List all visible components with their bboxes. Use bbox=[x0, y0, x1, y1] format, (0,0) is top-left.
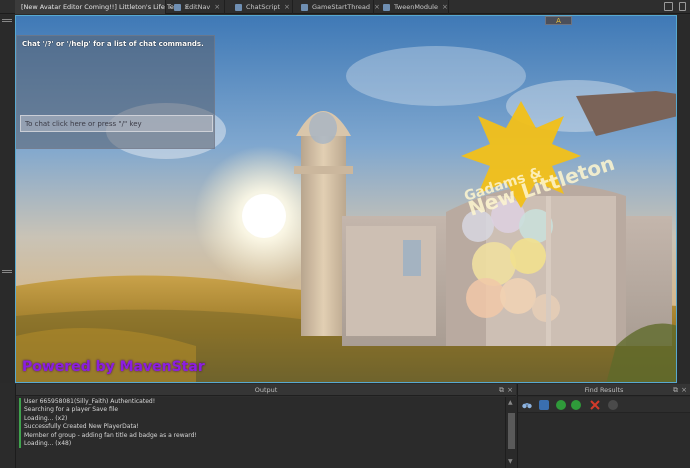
dock-icon[interactable]: ⧉ bbox=[673, 386, 678, 394]
powered-by-label: Powered by MavenStar bbox=[22, 359, 205, 375]
chat-input-placeholder: To chat click here or press "/" key bbox=[25, 120, 142, 128]
scroll-thumb[interactable] bbox=[508, 413, 515, 449]
find-in-file-icon[interactable] bbox=[539, 400, 549, 410]
tab-label: TweenModule bbox=[394, 3, 438, 11]
output-line: Loading... (x48) bbox=[19, 439, 505, 449]
restore-window-icon[interactable] bbox=[664, 2, 673, 11]
tab-editnav[interactable]: EditNav × bbox=[168, 0, 225, 14]
tab-label: [New Avatar Editor Coming!!] Littleton's… bbox=[21, 3, 180, 11]
game-viewport[interactable]: Gadams & New Littleton Chat '/?' or '/he… bbox=[15, 15, 677, 383]
output-log[interactable]: User 665958081(Silly_Faith) Authenticate… bbox=[16, 397, 505, 468]
output-line: Searching for a player Save file bbox=[19, 406, 505, 415]
tab-chatscript[interactable]: ChatScript × bbox=[229, 0, 293, 14]
output-panel: Output ⧉ × User 665958081(Silly_Faith) A… bbox=[15, 384, 517, 468]
output-line: Loading... (x2) bbox=[19, 414, 505, 424]
clear-results-icon[interactable] bbox=[590, 400, 600, 410]
left-panel-gutter bbox=[0, 15, 15, 383]
tab-label: GameStartThread bbox=[312, 3, 370, 11]
script-icon bbox=[235, 3, 242, 11]
document-tab-bar: [New Avatar Editor Coming!!] Littleton's… bbox=[0, 0, 690, 14]
close-icon[interactable]: × bbox=[442, 3, 448, 11]
output-line: Member of group - adding fan title ad ba… bbox=[19, 431, 505, 440]
find-results-toolbar bbox=[518, 397, 690, 413]
output-panel-header: Output ⧉ × bbox=[16, 384, 516, 396]
stop-search-icon[interactable] bbox=[608, 400, 618, 410]
tab-label: EditNav bbox=[185, 3, 211, 11]
collapse-handle-icon[interactable] bbox=[2, 19, 12, 22]
close-icon[interactable]: × bbox=[507, 386, 513, 394]
collapse-handle-icon[interactable] bbox=[2, 270, 12, 273]
script-icon bbox=[383, 3, 390, 11]
chat-input-bar[interactable]: To chat click here or press "/" key bbox=[20, 115, 213, 132]
close-icon[interactable]: × bbox=[284, 3, 290, 11]
chat-hint-text: Chat '/?' or '/help' for a list of chat … bbox=[22, 40, 204, 48]
scroll-down-icon[interactable]: ▼ bbox=[508, 459, 513, 465]
previous-result-icon[interactable] bbox=[556, 400, 566, 410]
binoculars-icon[interactable] bbox=[522, 400, 532, 410]
close-icon[interactable]: × bbox=[214, 3, 220, 11]
tab-tweenmodule[interactable]: TweenModule × bbox=[377, 0, 449, 14]
right-panel-gutter bbox=[677, 15, 690, 383]
output-panel-title: Output bbox=[254, 386, 278, 394]
dock-icon[interactable]: ⧉ bbox=[499, 386, 504, 394]
close-icon[interactable]: × bbox=[681, 386, 687, 394]
tab-place-file[interactable]: [New Avatar Editor Coming!!] Littleton's… bbox=[15, 0, 190, 14]
find-results-title: Find Results bbox=[584, 386, 624, 394]
chat-window: Chat '/?' or '/help' for a list of chat … bbox=[16, 35, 215, 149]
panel-toggle-icon[interactable] bbox=[679, 2, 686, 11]
tab-label: ChatScript bbox=[246, 3, 281, 11]
find-results-header: Find Results ⧉ × bbox=[518, 384, 690, 396]
find-results-panel: Find Results ⧉ × bbox=[517, 384, 690, 468]
output-line: Successfully Created New PlayerData! bbox=[19, 423, 505, 432]
tab-gamestartthread[interactable]: GameStartThread × bbox=[295, 0, 380, 14]
top-status-badge[interactable]: A bbox=[545, 16, 572, 25]
script-icon bbox=[301, 3, 308, 11]
scroll-up-icon[interactable]: ▲ bbox=[508, 400, 513, 406]
output-scrollbar[interactable]: ▲ ▼ bbox=[505, 397, 517, 468]
next-result-icon[interactable] bbox=[571, 400, 581, 410]
script-icon bbox=[174, 3, 181, 11]
output-line: User 665958081(Silly_Faith) Authenticate… bbox=[19, 398, 505, 407]
